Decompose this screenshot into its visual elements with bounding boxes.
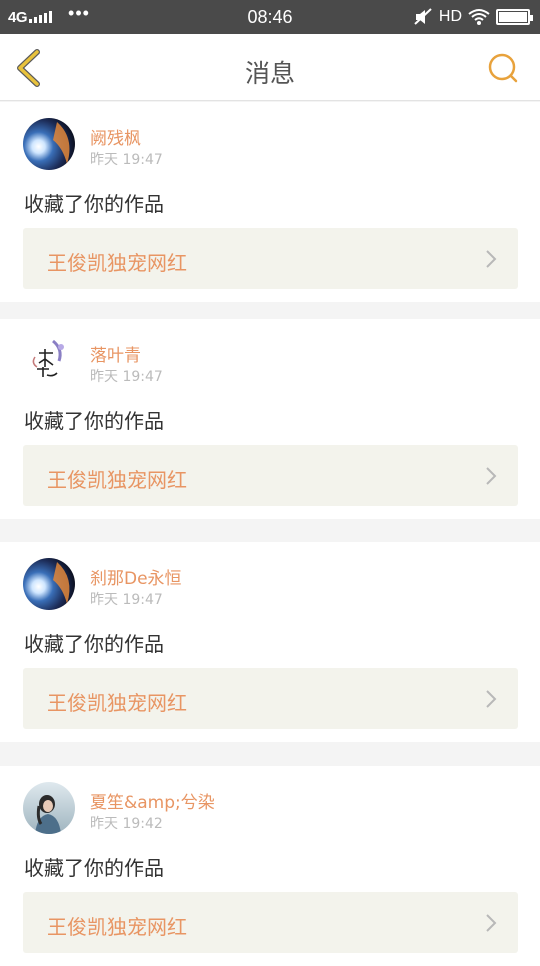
message-card: 落叶青 昨天 19:47 收藏了你的作品 王俊凯独宠网红 xyxy=(0,319,540,519)
chevron-right-icon xyxy=(486,467,497,485)
work-link[interactable]: 王俊凯独宠网红 xyxy=(23,892,518,953)
avatar[interactable] xyxy=(23,118,75,170)
avatar[interactable] xyxy=(23,558,75,610)
search-icon xyxy=(488,53,518,83)
chevron-right-icon xyxy=(486,250,497,268)
avatar[interactable] xyxy=(23,335,75,387)
work-title: 王俊凯独宠网红 xyxy=(47,251,187,275)
username[interactable]: 落叶青 xyxy=(90,341,141,366)
action-text: 收藏了你的作品 xyxy=(24,856,164,880)
work-link[interactable]: 王俊凯独宠网红 xyxy=(23,668,518,729)
action-text: 收藏了你的作品 xyxy=(24,632,164,656)
chevron-right-icon xyxy=(486,914,497,932)
action-text: 收藏了你的作品 xyxy=(24,409,164,433)
username[interactable]: 夏笙&amp;兮染 xyxy=(90,788,215,813)
chevron-right-icon xyxy=(486,690,497,708)
nav-bar: 消息 xyxy=(0,34,540,101)
timestamp: 昨天 19:47 xyxy=(90,152,163,168)
message-card: 刹那De永恒 昨天 19:47 收藏了你的作品 王俊凯独宠网红 xyxy=(0,542,540,742)
status-right: HD xyxy=(413,7,533,27)
battery-icon xyxy=(496,9,533,25)
avatar[interactable] xyxy=(23,782,75,834)
work-title: 王俊凯独宠网红 xyxy=(47,468,187,492)
work-title: 王俊凯独宠网红 xyxy=(47,691,187,715)
action-text: 收藏了你的作品 xyxy=(24,192,164,216)
work-title: 王俊凯独宠网红 xyxy=(47,915,187,939)
search-button[interactable] xyxy=(486,51,520,85)
work-link[interactable]: 王俊凯独宠网红 xyxy=(23,228,518,289)
message-card: 夏笙&amp;兮染 昨天 19:42 收藏了你的作品 王俊凯独宠网红 xyxy=(0,766,540,966)
silent-icon xyxy=(414,8,432,25)
status-bar: 4G ••• 08:46 HD xyxy=(0,0,540,34)
wifi-icon xyxy=(468,9,490,25)
message-card: 阙残枫 昨天 19:47 收藏了你的作品 王俊凯独宠网红 xyxy=(0,102,540,302)
work-link[interactable]: 王俊凯独宠网红 xyxy=(23,445,518,506)
timestamp: 昨天 19:47 xyxy=(90,592,163,608)
timestamp: 昨天 19:42 xyxy=(90,816,163,832)
username[interactable]: 刹那De永恒 xyxy=(90,564,182,589)
timestamp: 昨天 19:47 xyxy=(90,369,163,385)
hd-indicator: HD xyxy=(438,8,462,25)
page-title: 消息 xyxy=(244,59,295,88)
username[interactable]: 阙残枫 xyxy=(90,124,141,149)
